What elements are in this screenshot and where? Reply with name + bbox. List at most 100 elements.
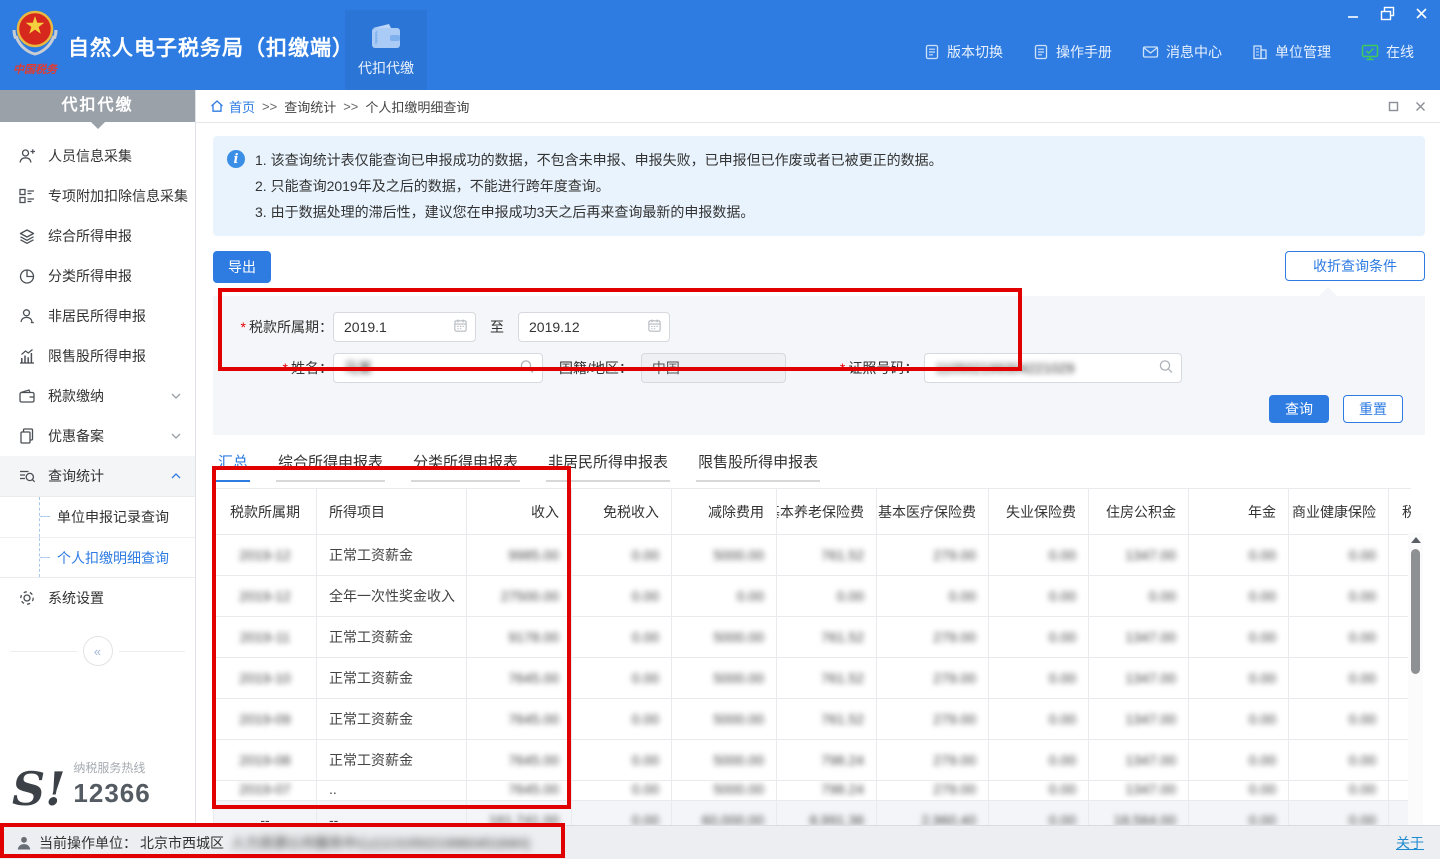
list-icon: [18, 187, 36, 205]
table-column-header: 减除费用: [672, 489, 777, 534]
period-label: 税款所属期：: [213, 317, 333, 337]
tab-comprehensive-income-return[interactable]: 综合所得申报表: [276, 447, 385, 482]
sidebar-item-preferential-filing[interactable]: 优惠备案: [0, 416, 195, 456]
scroll-up-arrow[interactable]: [1411, 537, 1421, 543]
tab-classified-income-return[interactable]: 分类所得申报表: [411, 447, 520, 482]
table-cell: 279.00: [877, 781, 989, 800]
breadcrumb-item: 个人扣缴明细查询: [365, 97, 469, 116]
period-to-input[interactable]: 2019.12: [518, 312, 670, 342]
table-column-header: 失业保险费: [989, 489, 1089, 534]
toolbar: 导出 收折查询条件: [213, 251, 1425, 283]
id-number-input[interactable]: 110502199304221029: [924, 353, 1182, 383]
sidebar-collapse-button[interactable]: «: [83, 636, 113, 666]
table-cell: 1347.00: [1089, 535, 1189, 575]
manual-link[interactable]: 操作手册: [1033, 42, 1112, 62]
message-center-link[interactable]: 消息中心: [1142, 42, 1222, 62]
reset-button[interactable]: 重置: [1343, 395, 1403, 423]
current-unit-clear: 北京市西城区: [140, 833, 224, 853]
table-row: 2019-08正常工资薪金7645.000.005000.00798.24279…: [214, 740, 1411, 781]
results-table: 税款所属期所得项目收入免税收入减除费用基本养老保险费基本医疗保险费失业保险费住房…: [213, 488, 1425, 825]
query-button[interactable]: 查询: [1269, 395, 1329, 423]
vertical-scrollbar[interactable]: [1408, 533, 1423, 825]
sidebar-item-query-statistics[interactable]: 查询统计: [0, 456, 195, 496]
sidebar-subitem-unit-declaration-query[interactable]: 单位申报记录查询: [0, 497, 195, 537]
sidebar-item-special-deduction[interactable]: 专项附加扣除信息采集: [0, 176, 195, 216]
table-cell: 761.52: [777, 535, 877, 575]
table-cell: 5000.00: [672, 617, 777, 657]
table-cell: 2019-10: [214, 658, 317, 698]
tab-nonresident-income-return[interactable]: 非居民所得申报表: [546, 447, 670, 482]
table-cell: 5000.00: [672, 658, 777, 698]
panel-close-button[interactable]: [1415, 101, 1426, 112]
notice-line: 1. 该查询统计表仅能查询已申报成功的数据，不包含未申报、申报失败，已申报但已作…: [255, 147, 943, 173]
content-area: 首页 >> 查询统计 >> 个人扣缴明细查询 i 1. 该: [196, 90, 1440, 825]
table-cell: 7645.00: [467, 699, 572, 739]
document-icon: [924, 44, 940, 60]
search-icon[interactable]: [1158, 359, 1174, 378]
version-switch-link[interactable]: 版本切换: [924, 42, 1003, 62]
sidebar-item-restricted-shares[interactable]: 限售股所得申报: [0, 336, 195, 376]
table-cell: 0.00: [572, 781, 672, 800]
breadcrumb-home[interactable]: 首页: [210, 97, 255, 116]
table-column-header: 所得项目: [317, 489, 467, 534]
table-cell: 0.00: [572, 699, 672, 739]
table-cell: 27500.00: [467, 576, 572, 616]
table-cell: 9985.00: [467, 535, 572, 575]
tab-daikou-daijiao[interactable]: 代扣代缴: [345, 10, 427, 90]
table-cell: 1347.00: [1089, 781, 1189, 800]
link-label: 单位管理: [1275, 42, 1331, 62]
table-cell: 279.00: [877, 740, 989, 780]
table-cell: 279.00: [877, 617, 989, 657]
table-row-partial: 2019-07..7645.000.005000.00798.24279.000…: [214, 781, 1411, 801]
breadcrumb-separator: >>: [343, 99, 358, 114]
search-icon[interactable]: [519, 359, 535, 378]
table-column-header: 税: [1389, 489, 1411, 534]
restore-button[interactable]: [1378, 4, 1396, 22]
sidebar-subitem-personal-withholding-query[interactable]: 个人扣缴明细查询: [0, 537, 195, 577]
table-cell: 0.00: [572, 535, 672, 575]
notice-box: i 1. 该查询统计表仅能查询已申报成功的数据，不包含未申报、申报失败，已申报但…: [213, 136, 1425, 236]
table-cell: 0.00: [1289, 576, 1389, 616]
table-cell: 0.00: [672, 576, 777, 616]
online-monitor-icon: [1361, 44, 1379, 61]
sidebar-item-label: 分类所得申报: [48, 266, 181, 286]
table-cell: 279.00: [877, 699, 989, 739]
tab-summary[interactable]: 汇总: [216, 447, 250, 482]
vertical-scroll-thumb[interactable]: [1411, 549, 1420, 674]
close-button[interactable]: [1412, 4, 1430, 22]
sidebar-item-system-settings[interactable]: 系统设置: [0, 578, 195, 618]
table-total-row: ----161,741.000.0060,000.008,991.362,960…: [214, 801, 1411, 825]
table-column-header: 住房公积金: [1089, 489, 1189, 534]
table-row: 2019-12全年一次性奖金收入27500.000.000.000.000.00…: [214, 576, 1411, 617]
user-icon: [16, 835, 32, 851]
unit-management-link[interactable]: 单位管理: [1252, 42, 1331, 62]
table-cell: 279.00: [877, 658, 989, 698]
sidebar-item-comprehensive-income[interactable]: 综合所得申报: [0, 216, 195, 256]
sidebar-item-personnel-info[interactable]: 人员信息采集: [0, 136, 195, 176]
table-cell: 798.24: [777, 781, 877, 800]
minimize-button[interactable]: [1344, 4, 1362, 22]
online-status[interactable]: 在线: [1361, 42, 1414, 62]
table-column-header: 基本养老保险费: [777, 489, 877, 534]
person-icon: [18, 307, 36, 325]
calendar-icon[interactable]: [453, 318, 468, 336]
table-column-header: 税款所属期: [214, 489, 317, 534]
sidebar-item-tax-payment[interactable]: 税款缴纳: [0, 376, 195, 416]
table-cell: 0.00: [1289, 658, 1389, 698]
sidebar-item-label: 优惠备案: [48, 426, 171, 446]
about-link[interactable]: 关于: [1396, 833, 1424, 853]
breadcrumb-item: 查询统计: [284, 97, 336, 116]
table-cell: 0.00: [989, 740, 1089, 780]
collapse-query-conditions-button[interactable]: 收折查询条件: [1285, 251, 1425, 281]
chevron-down-icon: [171, 433, 181, 439]
sidebar-item-nonresident-income[interactable]: 非居民所得申报: [0, 296, 195, 336]
period-from-input[interactable]: 2019.1: [333, 312, 476, 342]
current-unit-redacted: 人力资源公共服务中心(12J105021996045184H): [231, 833, 530, 853]
calendar-icon[interactable]: [647, 318, 662, 336]
table-cell: 0.00: [989, 576, 1089, 616]
tab-restricted-shares-return[interactable]: 限售股所得申报表: [696, 447, 820, 482]
export-button[interactable]: 导出: [213, 251, 271, 283]
sidebar-item-classified-income[interactable]: 分类所得申报: [0, 256, 195, 296]
name-input[interactable]: 马某: [333, 353, 543, 383]
panel-maximize-button[interactable]: [1388, 101, 1399, 112]
